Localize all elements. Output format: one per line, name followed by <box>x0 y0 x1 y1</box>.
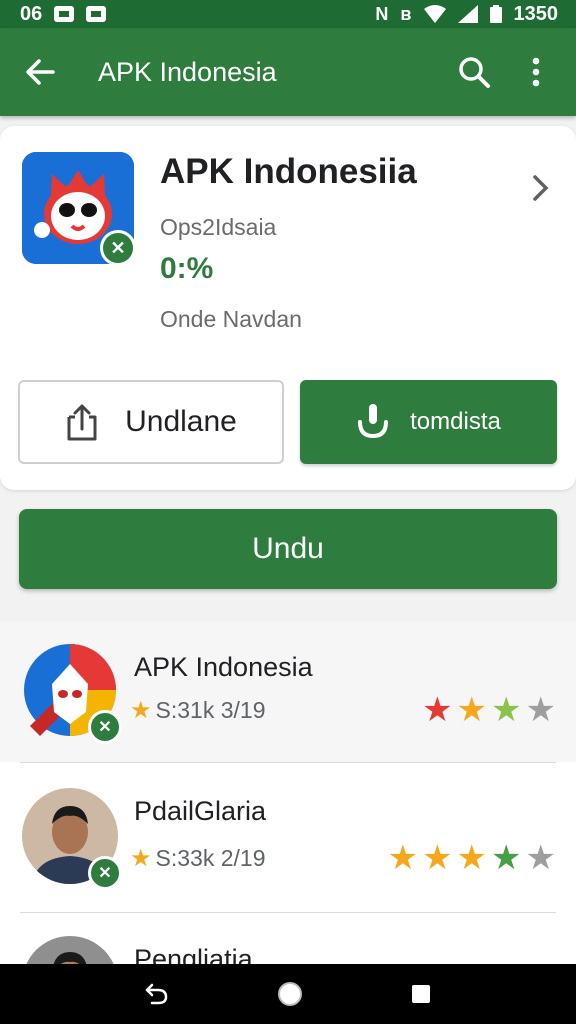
status-bar: 06 N ʙ 1350 <box>0 0 576 28</box>
verified-badge-icon: ✕ <box>88 710 122 744</box>
list-item[interactable]: ✕ APK Indonesia ★ S:31k 3/19 ★ ★ ★ ★ <box>0 622 576 762</box>
app-percent: 0:% <box>160 252 214 285</box>
star-icon: ★ <box>456 839 488 877</box>
avatar <box>22 936 118 964</box>
star-icon: ★ <box>422 839 453 877</box>
share-icon <box>67 404 97 441</box>
rating-stars: ★ ★ ★ ★ ★ <box>388 838 556 878</box>
person-avatar-icon <box>22 936 118 964</box>
wifi-icon <box>423 5 446 23</box>
more-vert-icon <box>532 57 540 87</box>
app-name: APK Indonesiia <box>160 152 417 191</box>
list-item-meta-text: S:31k 3/19 <box>155 697 266 723</box>
install-button-label: Undlane <box>125 405 237 438</box>
signal-icon <box>457 5 478 23</box>
avatar: ✕ <box>22 642 122 744</box>
divider <box>20 762 556 763</box>
star-icon: ★ <box>456 691 488 729</box>
bluetooth-icon: ʙ <box>400 3 412 24</box>
back-button[interactable] <box>20 52 60 92</box>
rating-stars: ★ ★ ★ ★ <box>422 690 556 730</box>
app-detail-card[interactable]: ✕ APK Indonesiia Ops2Idsaia 0:% Onde Nav… <box>0 126 576 490</box>
download-button-label: tomdista <box>410 408 501 435</box>
app-bar: APK Indonesia <box>0 28 576 116</box>
app-subtitle: Onde Navdan <box>160 306 302 332</box>
star-icon: ★ <box>130 845 152 872</box>
list-item-meta: ★ S:33k 2/19 <box>130 844 265 873</box>
main-download-button-label: Undu <box>252 532 324 565</box>
status-time: 06 <box>20 2 43 25</box>
main-download-button[interactable]: Undu <box>19 509 557 589</box>
home-nav-icon[interactable] <box>277 981 303 1007</box>
nfc-icon: N <box>375 3 389 24</box>
message-notification-icon <box>86 6 107 22</box>
app-icon: ✕ <box>22 152 136 266</box>
list-item[interactable]: Pengliatia <box>0 922 576 964</box>
list-item-name: APK Indonesia <box>134 652 313 682</box>
system-nav-bar <box>0 964 576 1024</box>
list-item-meta-text: S:33k 2/19 <box>155 845 266 871</box>
result-list: ✕ APK Indonesia ★ S:31k 3/19 ★ ★ ★ ★ ✕ P… <box>0 622 576 964</box>
star-icon: ★ <box>525 691 556 729</box>
microphone-icon <box>358 404 389 439</box>
star-icon: ★ <box>491 691 522 729</box>
app-developer: Ops2Idsaia <box>160 214 277 240</box>
divider <box>20 912 556 913</box>
verified-badge-icon: ✕ <box>88 856 122 890</box>
star-icon: ★ <box>491 839 522 877</box>
status-clock: 1350 <box>513 2 559 25</box>
list-item-name: Pengliatia <box>134 944 253 964</box>
battery-icon <box>489 5 502 23</box>
install-button[interactable]: Undlane <box>18 380 284 464</box>
star-icon: ★ <box>525 839 556 877</box>
star-icon: ★ <box>387 839 419 877</box>
image-notification-icon <box>54 6 75 22</box>
search-icon <box>459 57 490 88</box>
avatar: ✕ <box>22 788 122 890</box>
list-item[interactable]: ✕ PdailGlaria ★ S:33k 2/19 ★ ★ ★ ★ ★ <box>0 770 576 910</box>
back-arrow-icon <box>26 59 55 85</box>
download-button[interactable]: tomdista <box>300 380 557 464</box>
list-item-name: PdailGlaria <box>134 796 267 826</box>
overflow-menu-button[interactable] <box>516 52 556 92</box>
back-nav-icon[interactable] <box>144 982 170 1006</box>
search-button[interactable] <box>454 52 494 92</box>
star-icon: ★ <box>130 697 152 724</box>
recents-nav-icon[interactable] <box>410 983 432 1005</box>
list-item-meta: ★ S:31k 3/19 <box>130 696 265 725</box>
app-bar-title: APK Indonesia <box>98 56 277 87</box>
chevron-right-icon[interactable] <box>532 174 550 202</box>
verified-badge-icon: ✕ <box>100 230 136 266</box>
star-icon: ★ <box>422 691 453 729</box>
